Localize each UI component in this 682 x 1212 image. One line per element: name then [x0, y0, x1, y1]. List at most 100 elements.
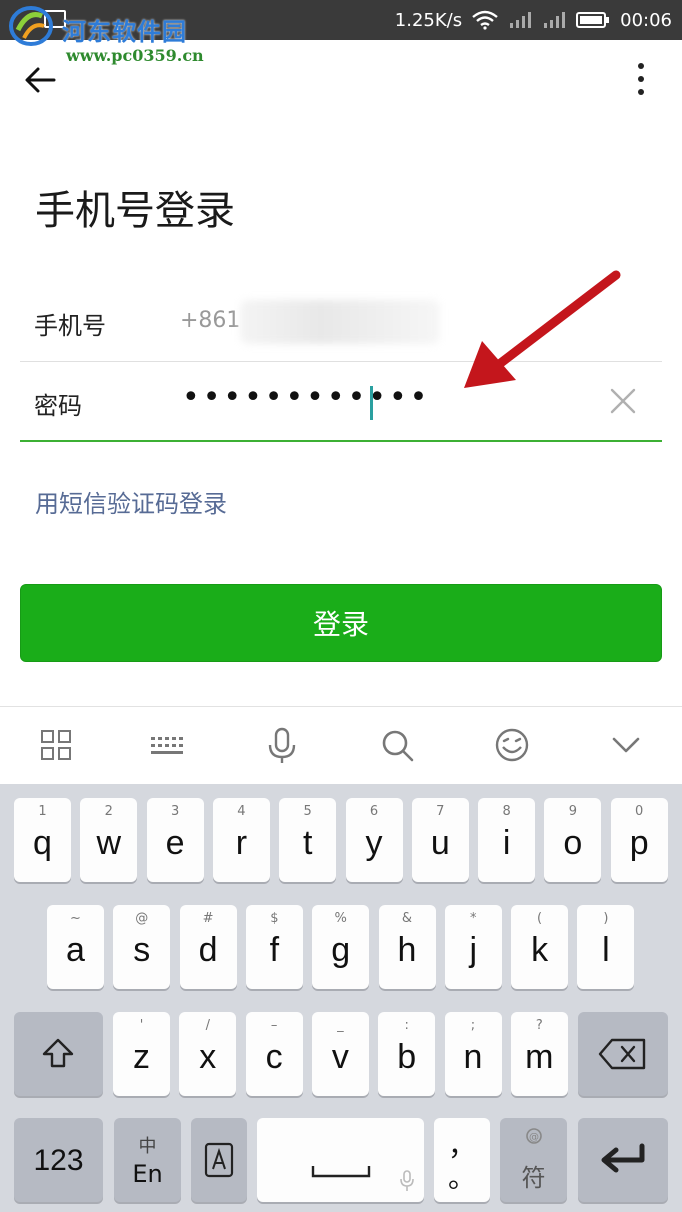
key-hint: ~ — [70, 911, 81, 926]
key-label: m — [525, 1038, 554, 1076]
chevron-down-icon[interactable] — [606, 725, 646, 765]
key-g[interactable]: % g — [312, 905, 370, 989]
space-key[interactable] — [257, 1118, 424, 1202]
key-label: r — [235, 824, 248, 862]
shift-key[interactable] — [14, 1012, 103, 1096]
key-h[interactable]: & h — [378, 905, 436, 989]
phone-row[interactable]: 手机号 +861 — [20, 282, 662, 362]
key-hint: 8 — [502, 804, 511, 819]
back-arrow-icon[interactable] — [22, 62, 58, 98]
enter-icon — [601, 1143, 645, 1173]
grid-icon[interactable] — [36, 725, 76, 765]
backspace-key[interactable] — [578, 1012, 668, 1096]
key-m[interactable]: ? m — [510, 1012, 568, 1096]
key-p[interactable]: 0p — [610, 798, 668, 882]
punctuation-key[interactable]: ， 。 — [434, 1118, 490, 1202]
enter-key[interactable] — [578, 1118, 668, 1202]
password-input[interactable]: •••••••••••• — [182, 380, 430, 415]
phone-number-blur — [240, 300, 440, 344]
numbers-key[interactable]: 123 — [14, 1118, 103, 1202]
watermark-url: www.pc0359.cn — [66, 46, 204, 65]
keyboard-toolbar — [0, 706, 682, 784]
sms-login-link[interactable]: 用短信验证码登录 — [35, 484, 227, 519]
key-hint: @ — [135, 911, 149, 926]
clear-icon[interactable] — [606, 384, 640, 418]
space-mic-icon — [400, 1170, 414, 1191]
key-label: x — [199, 1038, 217, 1076]
symbol-key-icon: @ — [526, 1128, 542, 1144]
key-hint: ( — [537, 911, 543, 926]
key-label: u — [430, 824, 450, 862]
key-n[interactable]: ; n — [444, 1012, 502, 1096]
key-label: s — [133, 931, 151, 969]
language-key-top: 中 — [138, 1136, 157, 1157]
key-w[interactable]: 2w — [80, 798, 138, 882]
key-label: k — [531, 931, 549, 969]
key-a[interactable]: ~ a — [47, 905, 104, 989]
network-speed: 1.25K/s — [394, 9, 463, 31]
key-v[interactable]: _ v — [311, 1012, 369, 1096]
phone-label: 手机号 — [34, 312, 106, 340]
key-label: b — [397, 1038, 417, 1076]
key-o[interactable]: 9o — [544, 798, 602, 882]
login-button[interactable]: 登录 — [20, 584, 662, 662]
key-l[interactable]: ) l — [577, 905, 635, 989]
key-c[interactable]: – c — [245, 1012, 303, 1096]
key-label: f — [269, 931, 280, 969]
signal-icon-2 — [544, 12, 566, 28]
key-q[interactable]: 1q — [14, 798, 71, 882]
key-label: n — [463, 1038, 483, 1076]
key-i[interactable]: 8i — [478, 798, 536, 882]
key-label: h — [397, 931, 417, 969]
key-t[interactable]: 5t — [279, 798, 337, 882]
emoji-icon[interactable] — [492, 725, 532, 765]
key-label: i — [502, 824, 511, 862]
key-hint: 9 — [568, 804, 578, 819]
svg-text:@: @ — [529, 1132, 539, 1143]
key-hint: 1 — [38, 804, 47, 819]
backspace-icon — [598, 1038, 646, 1070]
key-hint: 7 — [436, 804, 445, 819]
password-label: 密码 — [34, 392, 82, 420]
key-hint: _ — [337, 1018, 344, 1033]
key-label: q — [33, 824, 52, 862]
key-hint: ' — [139, 1018, 144, 1033]
phone-value[interactable]: +861 — [180, 308, 240, 333]
key-hint: 0 — [635, 804, 644, 819]
language-key[interactable]: 中 En — [114, 1118, 181, 1202]
key-z[interactable]: ' z — [113, 1012, 170, 1096]
key-label: c — [265, 1038, 283, 1076]
key-s[interactable]: @ s — [113, 905, 171, 989]
key-b[interactable]: :b — [378, 1012, 436, 1096]
input-mode-key[interactable] — [191, 1118, 247, 1202]
key-hint: : — [404, 1018, 409, 1033]
key-f[interactable]: $ f — [245, 905, 303, 989]
symbol-key-label: 符 — [521, 1164, 546, 1192]
password-row[interactable]: 密码 •••••••••••• — [20, 362, 662, 442]
input-mode-icon — [204, 1142, 234, 1178]
more-options-icon[interactable] — [626, 60, 656, 100]
wifi-icon — [472, 10, 498, 30]
shift-icon — [42, 1038, 74, 1068]
key-u[interactable]: 7u — [411, 798, 469, 882]
key-x[interactable]: / x — [179, 1012, 237, 1096]
keyboard-icon[interactable] — [147, 725, 187, 765]
key-hint: # — [202, 911, 214, 926]
key-hint: $ — [270, 911, 279, 926]
symbol-key[interactable]: @ 符 — [500, 1118, 567, 1202]
search-icon[interactable] — [377, 725, 417, 765]
key-r[interactable]: 4r — [212, 798, 270, 882]
key-hint: ? — [535, 1018, 543, 1033]
key-y[interactable]: 6y — [345, 798, 403, 882]
key-d[interactable]: # d — [179, 905, 237, 989]
microphone-icon[interactable] — [262, 725, 302, 765]
key-j[interactable]: * j — [444, 905, 502, 989]
key-e[interactable]: 3e — [146, 798, 204, 882]
key-label: o — [563, 824, 583, 862]
key-k[interactable]: (k — [511, 905, 569, 989]
key-hint: 2 — [104, 804, 113, 819]
key-label: z — [133, 1038, 150, 1076]
key-label: j — [469, 931, 478, 969]
key-label: g — [331, 931, 351, 969]
keyboard: 1q2w3e4r5t6y7u8i9o0p ~ a @ s # d $ f% g & h * j(k) l … — [0, 784, 682, 1212]
